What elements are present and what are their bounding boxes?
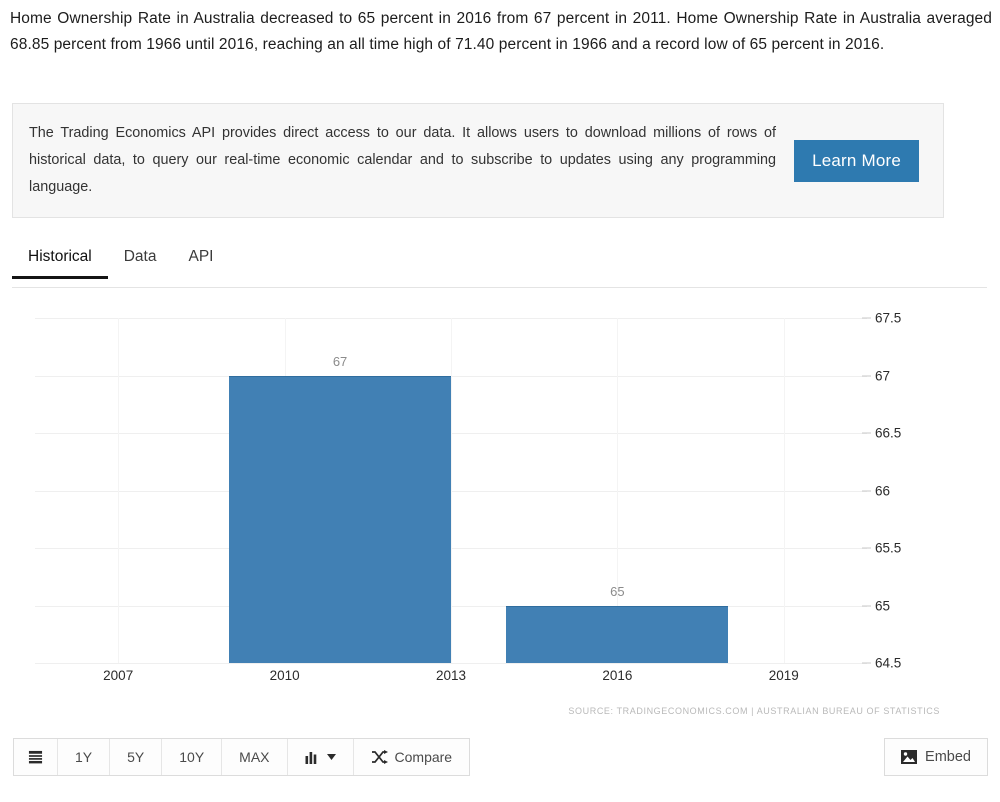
tab-api[interactable]: API [172,246,229,278]
y-axis-tick-label: 65 [875,598,891,613]
chart-gridline-vertical [451,318,452,663]
api-promo-text: The Trading Economics API provides direc… [29,125,777,195]
y-axis-tick-mark [862,547,871,549]
chart-container: 67 65 67.5 67 66.5 66 65.5 65 64.5 2007 2010 2013 2… [0,300,1000,730]
range-1y-button[interactable]: 1Y [58,739,111,775]
y-axis-tick-mark [862,317,871,319]
y-axis-tick-mark [862,490,871,491]
shuffle-icon [371,750,388,764]
calendar-button[interactable] [14,739,58,775]
learn-more-button[interactable]: Learn More [794,139,919,182]
y-axis-tick-label: 67.5 [875,310,902,326]
chevron-down-icon [326,754,336,760]
chart-source-note: SOURCE: TRADINGECONOMICS.COM | AUSTRALIA… [568,706,940,716]
tab-data[interactable]: Data [108,246,173,278]
tab-historical[interactable]: Historical [12,246,108,279]
chart-gridline-vertical [118,318,120,663]
y-axis-tick-label: 64.5 [875,655,902,671]
compare-button[interactable]: Compare [353,739,470,775]
chart-bar-value-label: 65 [610,583,625,599]
x-axis-tick-label: 2007 [103,668,134,683]
content-tabs: Historical Data API [12,246,987,288]
y-axis-tick-mark [862,375,871,376]
embed-button[interactable]: Embed [884,738,988,776]
x-axis-tick-label: 2016 [602,668,633,683]
trading-economics-chart-page: Home Ownership Rate in Australia decreas… [0,0,1000,802]
chart-gridline-horizontal [35,663,867,664]
chart-toolbar: 1Y 5Y 10Y MAX Compare [13,738,471,776]
x-axis-tick-label: 2010 [269,668,300,683]
y-axis-tick-label: 65.5 [875,540,902,556]
compare-label: Compare [394,749,453,765]
chart-bar[interactable] [229,375,451,663]
chart-type-dropdown[interactable] [287,739,354,775]
embed-label: Embed [925,749,971,765]
chart-plot-area[interactable]: 67 65 [35,318,867,664]
chart-bar[interactable] [506,605,729,663]
range-max-button[interactable]: MAX [222,739,288,775]
range-10y-button[interactable]: 10Y [162,739,223,775]
chart-gridline-vertical [783,318,785,663]
image-icon [901,750,918,764]
y-axis-tick-label: 66 [875,483,891,498]
calendar-icon [28,750,43,765]
y-axis-tick-label: 66.5 [875,425,902,441]
y-axis-tick-mark [862,662,871,664]
range-5y-button[interactable]: 5Y [110,739,163,775]
x-axis-tick-label: 2019 [768,668,799,683]
y-axis-tick-mark [862,432,871,434]
x-axis-tick-label: 2013 [435,668,467,683]
bar-chart-icon [305,750,320,764]
chart-bar-value-label: 67 [332,353,348,369]
y-axis-tick-mark [862,605,871,606]
y-axis-tick-label: 67 [875,368,891,383]
api-promo-box: The Trading Economics API provides direc… [12,103,944,218]
page-intro-paragraph: Home Ownership Rate in Australia decreas… [10,10,992,53]
